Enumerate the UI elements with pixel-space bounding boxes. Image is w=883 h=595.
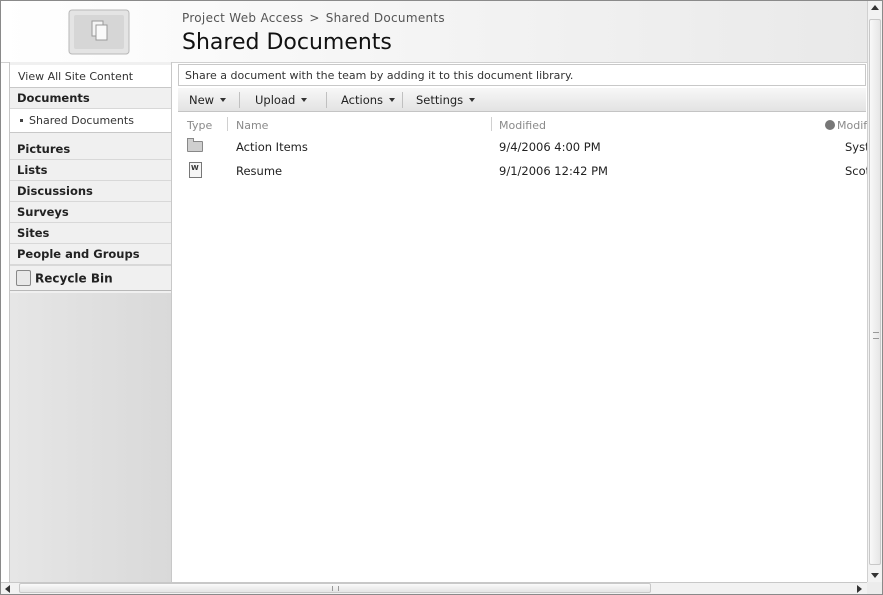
dropdown-caret-icon — [301, 97, 308, 102]
page-header: Project Web Access > Shared Documents Shar… — [1, 1, 867, 63]
toolbar-divider — [326, 92, 327, 108]
document-library-icon — [68, 9, 130, 55]
row-modified: 9/4/2006 4:00 PM — [499, 140, 601, 154]
breadcrumb-separator: > — [309, 11, 320, 25]
recycle-bin-link[interactable]: Recycle Bin — [10, 265, 171, 291]
presence-icon — [825, 120, 835, 130]
column-header-modified-by[interactable]: Modif — [825, 119, 867, 132]
column-header-modified[interactable]: Modified — [499, 119, 546, 132]
nav-heading-sites[interactable]: Sites — [10, 223, 171, 244]
folder-icon — [187, 138, 203, 152]
vertical-scrollbar[interactable] — [867, 1, 882, 582]
main-content: Share a document with the team by adding… — [177, 62, 877, 582]
table-row[interactable]: Resume 9/1/2006 12:42 PM Scott — [177, 159, 875, 183]
row-modified: 9/1/2006 12:42 PM — [499, 164, 608, 178]
vertical-scroll-thumb[interactable] — [869, 19, 881, 565]
horizontal-scrollbar[interactable] — [1, 582, 867, 594]
column-separator — [227, 117, 228, 131]
scrollbar-corner — [867, 582, 882, 594]
nav-heading-pictures[interactable]: Pictures — [10, 139, 171, 160]
library-description: Share a document with the team by adding… — [178, 64, 866, 86]
grip-icon — [873, 332, 879, 339]
quick-launch-nav: View All Site Content Documents Shared D… — [9, 62, 172, 582]
actions-label: Actions — [341, 93, 384, 107]
word-document-icon — [189, 162, 202, 178]
breadcrumb-link-project-web-access[interactable]: Project Web Access — [182, 11, 303, 25]
nav-heading-discussions[interactable]: Discussions — [10, 181, 171, 202]
dropdown-caret-icon — [469, 97, 476, 102]
nav-background — [10, 293, 171, 582]
nav-heading-lists[interactable]: Lists — [10, 160, 171, 181]
settings-menu-button[interactable]: Settings — [416, 93, 476, 107]
column-header-type[interactable]: Type — [187, 119, 212, 132]
scroll-right-arrow-icon[interactable] — [857, 585, 862, 593]
nav-heading-surveys[interactable]: Surveys — [10, 202, 171, 223]
new-menu-button[interactable]: New — [189, 93, 227, 107]
column-separator — [491, 117, 492, 131]
row-name-link[interactable]: Resume — [236, 164, 282, 178]
grip-icon — [332, 586, 339, 591]
breadcrumb: Project Web Access > Shared Documents — [182, 11, 445, 25]
actions-menu-button[interactable]: Actions — [341, 93, 396, 107]
scroll-up-arrow-icon[interactable] — [871, 5, 879, 10]
list-toolbar: New Upload Actions Settings — [178, 88, 866, 112]
table-row[interactable]: Action Items 9/4/2006 4:00 PM Syste — [177, 135, 877, 159]
column-header-modified-by-label: Modif — [837, 119, 868, 132]
upload-menu-button[interactable]: Upload — [255, 93, 308, 107]
recycle-bin-label: Recycle Bin — [35, 271, 113, 286]
settings-label: Settings — [416, 93, 464, 107]
view-all-site-content-link[interactable]: View All Site Content — [10, 65, 171, 88]
scroll-left-arrow-icon[interactable] — [5, 585, 10, 593]
breadcrumb-current: Shared Documents — [325, 11, 445, 25]
nav-heading-documents[interactable]: Documents — [10, 88, 171, 109]
scroll-down-arrow-icon[interactable] — [871, 573, 879, 578]
column-header-name[interactable]: Name — [236, 119, 268, 132]
nav-heading-people-and-groups[interactable]: People and Groups — [10, 244, 171, 265]
recycle-bin-icon — [16, 270, 31, 286]
toolbar-divider — [239, 92, 240, 108]
bullet-icon — [20, 118, 23, 122]
nav-item-shared-documents[interactable]: Shared Documents — [10, 109, 171, 133]
upload-label: Upload — [255, 93, 296, 107]
row-name-link[interactable]: Action Items — [236, 140, 308, 154]
nav-item-label: Shared Documents — [29, 114, 134, 127]
dropdown-caret-icon — [220, 97, 227, 102]
page-title: Shared Documents — [182, 30, 392, 55]
new-label: New — [189, 93, 215, 107]
dropdown-caret-icon — [389, 97, 396, 102]
horizontal-scroll-thumb[interactable] — [19, 583, 651, 593]
toolbar-divider — [402, 92, 403, 108]
